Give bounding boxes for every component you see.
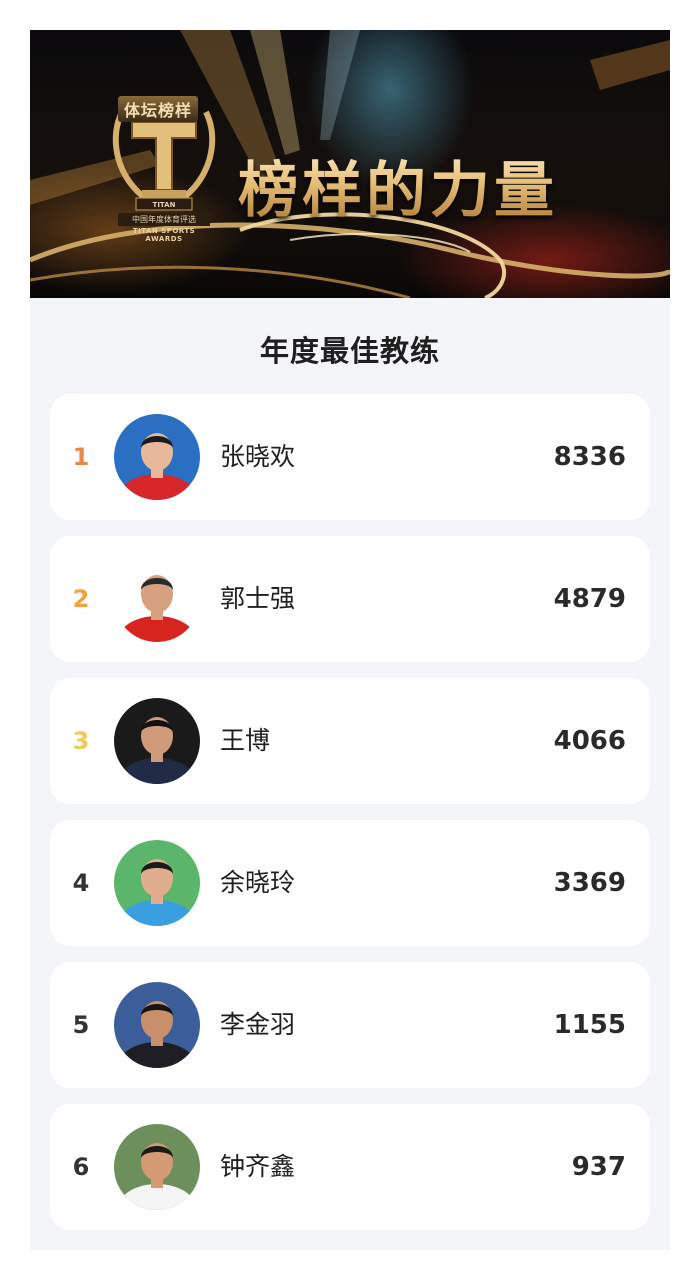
vote-count: 8336 [553,442,626,472]
coach-avatar [114,556,200,642]
coach-name: 王博 [220,726,271,755]
coach-avatar [114,982,200,1068]
logo-top-label: 体坛榜样 [118,96,199,122]
section-title: 年度最佳教练 [259,334,440,368]
rank-number: 1 [72,443,90,471]
vote-count: 4879 [553,584,626,614]
awards-banner: TITAN 体坛榜样 中国年度体育评选 TITAN SPORTS AWARDS … [30,30,670,298]
coach-avatar [114,698,200,784]
coach-name: 余晓玲 [220,868,296,897]
rank-number: 2 [72,585,90,613]
vote-count: 937 [571,1152,626,1182]
vote-count: 1155 [553,1010,626,1040]
coach-avatar [114,1124,200,1210]
coach-row[interactable]: 1 张晓欢 8336 [50,394,650,520]
coach-avatar [114,414,200,500]
ranking-panel: 年度最佳教练 1 张晓欢 8336 2 郭士强 4879 3 王博 4066 4 余晓玲 3369 5 李… [30,298,670,1250]
coach-row[interactable]: 6 钟齐鑫 937 [50,1104,650,1230]
rank-number: 5 [72,1011,90,1039]
rank-number: 6 [72,1153,90,1181]
logo-brand-text: TITAN [153,201,176,209]
vote-count: 3369 [553,868,626,898]
rank-number: 3 [72,727,90,755]
vote-count: 4066 [553,726,626,756]
rank-number: 4 [72,869,90,897]
logo-subtitle-cn: 中国年度体育评选 [118,213,210,226]
logo-subtitle-en: TITAN SPORTS AWARDS [132,227,196,243]
coach-name: 张晓欢 [220,442,296,471]
coach-name: 钟齐鑫 [220,1152,296,1181]
coach-name: 郭士强 [220,584,296,613]
coach-name: 李金羽 [220,1010,296,1039]
banner-title: 榜样的力量 [238,142,558,229]
coach-avatar [114,840,200,926]
coach-row[interactable]: 3 王博 4066 [50,678,650,804]
coach-row[interactable]: 2 郭士强 4879 [50,536,650,662]
coach-row[interactable]: 4 余晓玲 3369 [50,820,650,946]
coach-row[interactable]: 5 李金羽 1155 [50,962,650,1088]
